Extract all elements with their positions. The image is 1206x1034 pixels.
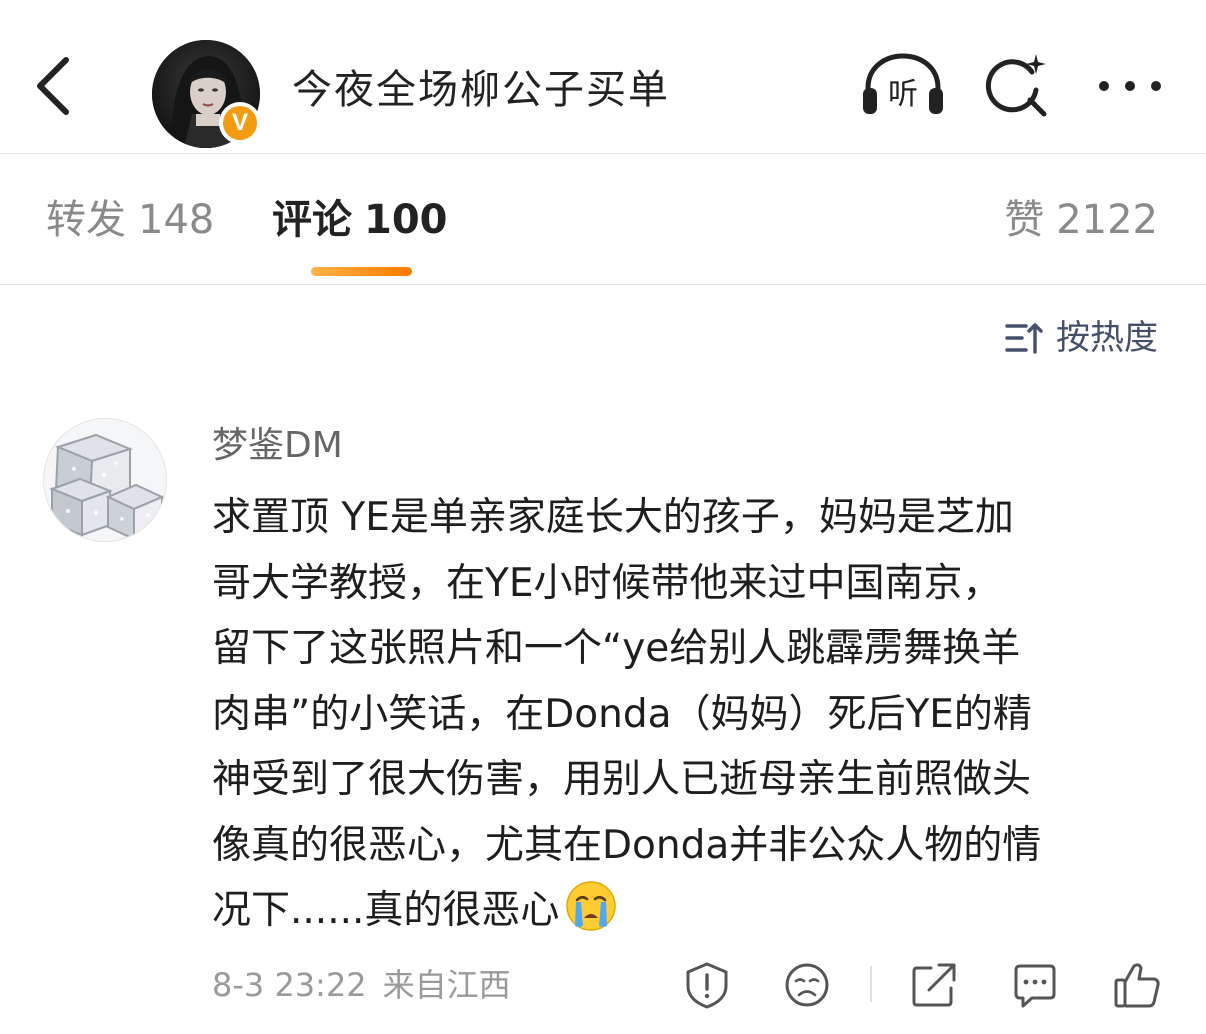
comment-line: 况下......真的很恶心 [212, 888, 560, 933]
commenter-avatar[interactable] [43, 418, 167, 542]
tab-reposts-count: 148 [138, 197, 215, 243]
sort-icon [1005, 323, 1043, 354]
reply-button[interactable] [1010, 960, 1060, 1010]
tab-comments-label: 评论 [272, 197, 352, 243]
tab-likes[interactable]: 赞 2122 [1004, 190, 1158, 250]
like-button[interactable] [1112, 960, 1162, 1010]
tabs-divider [0, 284, 1206, 285]
tab-comments-count: 100 [364, 197, 448, 243]
sort-label: 按热度 [1056, 318, 1158, 358]
more-button[interactable] [1092, 60, 1168, 112]
reply-icon [1014, 964, 1056, 1008]
tab-comments[interactable]: 评论 100 [272, 190, 448, 250]
tab-likes-count: 2122 [1056, 197, 1158, 243]
comment-line: 求置顶 YE是单亲家庭长大的孩子，妈妈是芝加 [212, 495, 1014, 540]
share-icon [912, 963, 956, 1007]
tab-likes-label: 赞 [1004, 197, 1045, 243]
comment-line: 留下了这张照片和一个“ye给别人跳霹雳舞换羊 [212, 626, 1021, 671]
page-title[interactable]: 今夜全场柳公子买单 [292, 62, 670, 118]
comment-line: 神受到了很大伤害，用别人已逝母亲生前照做头 [212, 757, 1032, 802]
comment-line: 哥大学教授，在YE小时候带他来过中国南京， [212, 560, 1002, 606]
comment-author[interactable]: 梦鉴DM [212, 420, 343, 472]
share-button[interactable] [909, 960, 959, 1010]
tab-reposts-label: 转发 [46, 197, 126, 243]
actions-separator [870, 966, 872, 1002]
verified-badge-icon: V [223, 106, 257, 140]
more-icon [1099, 81, 1161, 91]
svg-text:听: 听 [888, 77, 918, 112]
report-icon [686, 962, 728, 1009]
dislike-icon [785, 963, 829, 1007]
comment-text: 求置顶 YE是单亲家庭长大的孩子，妈妈是芝加 哥大学教授，在YE小时候带他来过中… [212, 485, 1172, 944]
back-icon [37, 57, 69, 115]
ice-cubes-image [44, 419, 166, 541]
search-icon [985, 54, 1047, 117]
search-button[interactable] [980, 50, 1052, 122]
back-button[interactable] [26, 46, 86, 126]
active-tab-indicator [311, 267, 412, 276]
comment-line: 像真的很恶心，尤其在Donda并非公众人物的情 [212, 822, 1042, 868]
dislike-button[interactable] [782, 960, 832, 1010]
comment-meta: 8-3 23:22 来自江西 [212, 960, 511, 1010]
listen-icon: 听 [863, 53, 943, 114]
comment-last-line-wrap: 况下......真的很恶心 [212, 878, 1172, 944]
like-icon [1114, 963, 1160, 1008]
header-divider [0, 153, 1206, 154]
author-avatar[interactable]: V [152, 40, 262, 150]
sort-button[interactable]: 按热度 [1004, 310, 1158, 366]
comment-line: 肉串”的小笑话，在Donda（妈妈）死后YE的精 [212, 691, 1032, 737]
comment-location: 来自江西 [382, 966, 511, 1004]
report-button[interactable] [682, 960, 732, 1010]
tab-reposts[interactable]: 转发 148 [46, 190, 214, 250]
crying-emoji-icon [565, 880, 617, 932]
listen-button[interactable]: 听 [858, 50, 948, 122]
comment-time: 8-3 23:22 [212, 966, 367, 1004]
verified-badge: V [219, 102, 261, 144]
